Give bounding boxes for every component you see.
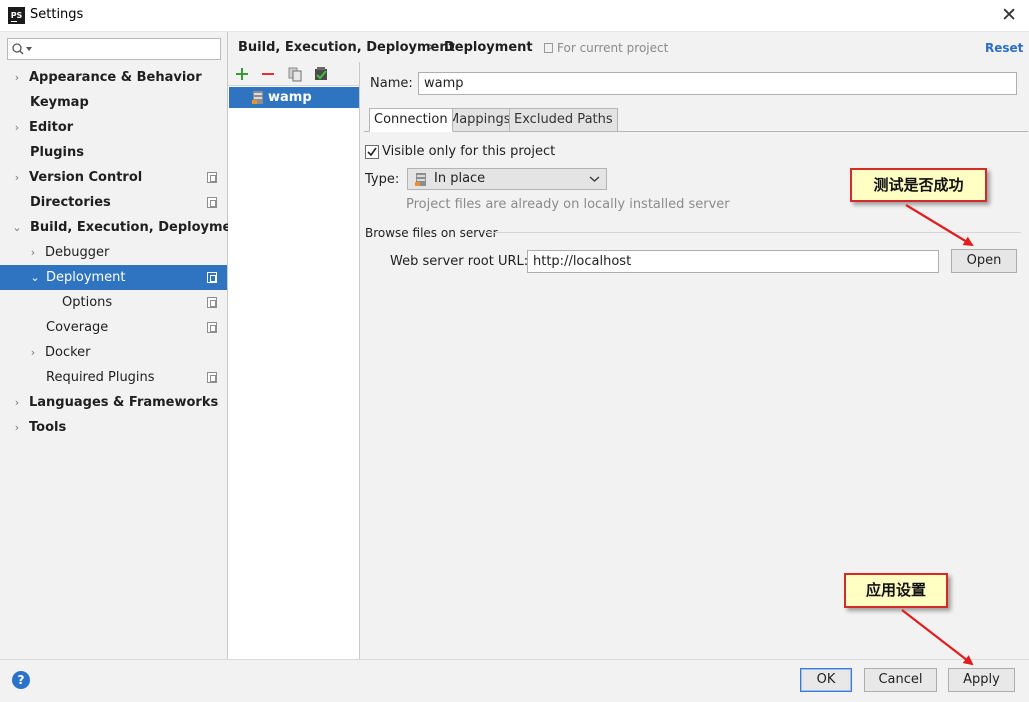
set-default-icon[interactable] [312, 65, 330, 83]
sidebar-item-appearance-behavior[interactable]: › Appearance & Behavior [0, 65, 227, 90]
project-scope-icon [207, 272, 217, 283]
web-root-url-label: Web server root URL: [390, 254, 529, 269]
name-field[interactable]: wamp [418, 72, 1017, 95]
breadcrumb-separator: › [428, 39, 434, 55]
chevron-right-icon[interactable]: › [12, 65, 22, 90]
help-icon[interactable]: ? [12, 671, 30, 689]
sidebar-item-label: Coverage [46, 320, 109, 335]
visible-only-checkbox[interactable] [365, 145, 379, 159]
sidebar-item-languages-frameworks[interactable]: › Languages & Frameworks [0, 390, 227, 415]
web-root-url-field[interactable]: http://localhost [527, 250, 939, 273]
ok-button[interactable]: OK [800, 668, 852, 692]
chevron-down-icon[interactable]: ⌄ [12, 215, 22, 240]
scope-text: For current project [557, 41, 669, 55]
sidebar-item-label: Keymap [30, 95, 89, 110]
project-scope-icon [207, 297, 217, 308]
sidebar-item-coverage[interactable]: Coverage [0, 315, 227, 340]
sidebar-item-tools[interactable]: › Tools [0, 415, 227, 440]
sidebar-item-label: Plugins [30, 145, 84, 160]
tab-connection[interactable]: Connection [369, 108, 453, 132]
sidebar-item-label: Languages & Frameworks [29, 395, 219, 410]
server-list-toolbar [228, 62, 359, 86]
sidebar-item-label: Build, Execution, Deployment [30, 220, 247, 235]
reset-link[interactable]: Reset [985, 41, 1023, 55]
project-scope-icon [207, 322, 217, 333]
visible-only-label: Visible only for this project [382, 144, 556, 159]
search-input[interactable] [7, 38, 221, 60]
project-scope-icon [544, 43, 553, 53]
search-icon [12, 43, 32, 55]
chevron-right-icon[interactable]: › [12, 390, 22, 415]
title-bar: PS Settings ✕ [0, 0, 1029, 32]
sidebar-item-label: Docker [45, 345, 91, 360]
browse-group-title: Browse files on server [365, 226, 498, 240]
sidebar-item-build-execution-deployment[interactable]: ⌄ Build, Execution, Deployment [0, 215, 246, 240]
sidebar-item-keymap[interactable]: Keymap [0, 90, 227, 115]
sidebar-item-deployment[interactable]: ⌄ Deployment [0, 265, 227, 290]
sidebar-item-label: Deployment [46, 270, 126, 285]
close-icon[interactable]: ✕ [1001, 3, 1017, 27]
annotation-test-callout: 测试是否成功 [850, 168, 987, 202]
server-icon [252, 91, 263, 104]
window-title: Settings [30, 7, 84, 22]
project-scope-icon [207, 372, 217, 383]
group-divider [484, 232, 1021, 233]
sidebar-item-required-plugins[interactable]: Required Plugins [0, 365, 227, 390]
sidebar-item-label: Options [62, 295, 113, 310]
apply-button[interactable]: Apply [948, 668, 1015, 692]
type-select-value: In place [434, 171, 486, 186]
name-label: Name: [370, 76, 413, 91]
sidebar-item-label: Tools [29, 420, 67, 435]
chevron-right-icon[interactable]: › [28, 340, 38, 365]
tab-excluded-paths[interactable]: Excluded Paths [509, 108, 618, 132]
type-select[interactable]: In place [407, 168, 607, 190]
sidebar-item-label: Directories [30, 195, 111, 210]
open-button[interactable]: Open [951, 249, 1017, 273]
tab-mappings[interactable]: Mappings [443, 108, 516, 132]
type-hint: Project files are already on locally ins… [406, 197, 730, 212]
sidebar-item-debugger[interactable]: › Debugger [0, 240, 227, 265]
sidebar-item-label: Editor [29, 120, 74, 135]
chevron-down-icon [589, 176, 600, 182]
server-item-label: wamp [268, 90, 312, 105]
sidebar-item-version-control[interactable]: › Version Control [0, 165, 227, 190]
server-list [228, 62, 360, 659]
project-scope-icon [207, 197, 217, 208]
sidebar-item-label: Debugger [45, 245, 110, 260]
server-icon [415, 173, 426, 186]
sidebar-item-label: Version Control [29, 170, 143, 185]
server-item-wamp[interactable]: wamp [229, 87, 359, 108]
sidebar-item-plugins[interactable]: Plugins [0, 140, 227, 165]
breadcrumb-current: Deployment [444, 40, 533, 55]
add-icon[interactable] [233, 65, 251, 83]
chevron-right-icon[interactable]: › [12, 165, 22, 190]
sidebar-item-docker[interactable]: › Docker [0, 340, 227, 365]
remove-icon[interactable] [259, 65, 277, 83]
sidebar-item-editor[interactable]: › Editor [0, 115, 227, 140]
chevron-right-icon[interactable]: › [12, 415, 22, 440]
sidebar-item-directories[interactable]: Directories [0, 190, 227, 215]
chevron-right-icon[interactable]: › [12, 115, 22, 140]
sidebar-item-options[interactable]: Options [0, 290, 227, 315]
phpstorm-logo-icon: PS [8, 7, 25, 24]
copy-icon[interactable] [286, 65, 304, 83]
sidebar-item-label: Appearance & Behavior [29, 70, 202, 85]
chevron-right-icon[interactable]: › [28, 240, 38, 265]
checkmark-icon [367, 147, 377, 157]
cancel-button[interactable]: Cancel [864, 668, 937, 692]
scope-label: For current project [544, 41, 668, 55]
annotation-apply-callout: 应用设置 [844, 573, 948, 608]
type-label: Type: [365, 172, 400, 187]
project-scope-icon [207, 172, 217, 183]
sidebar-item-label: Required Plugins [46, 370, 155, 385]
chevron-down-icon[interactable]: ⌄ [30, 265, 40, 290]
breadcrumb-parent[interactable]: Build, Execution, Deployment [238, 40, 455, 58]
